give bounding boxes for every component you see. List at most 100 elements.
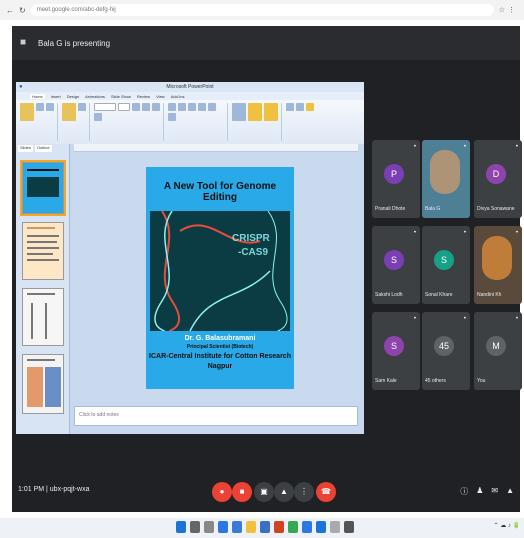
widgets-icon[interactable] — [218, 521, 228, 533]
chrome-icon[interactable] — [288, 521, 298, 533]
system-tray[interactable]: ⌃ ☁ ♪ 🔋 — [494, 522, 521, 529]
numbering-icon[interactable] — [178, 103, 186, 111]
back-icon[interactable]: ← — [6, 6, 14, 15]
participant-tile[interactable]: • S Sam Kale — [372, 312, 420, 390]
copy-icon[interactable] — [46, 103, 54, 111]
tab-view[interactable]: View — [156, 94, 165, 99]
notes-placeholder: Click to add notes — [79, 412, 119, 418]
layout-icon[interactable] — [78, 103, 86, 111]
notes-pane[interactable]: Click to add notes — [74, 406, 358, 426]
thumb-line — [31, 303, 33, 339]
slide-thumbnail-2[interactable] — [22, 222, 64, 280]
new-slide-icon[interactable] — [62, 103, 76, 121]
tab-outline[interactable]: Outline — [34, 145, 52, 152]
paste-icon[interactable] — [20, 103, 34, 121]
participant-name: Bala G — [425, 206, 441, 212]
quick-styles-icon[interactable] — [264, 103, 278, 121]
font-size-field[interactable] — [118, 103, 130, 111]
mail-icon[interactable] — [302, 521, 312, 533]
camera-off-icon[interactable]: ■ — [232, 482, 252, 502]
arrange-icon[interactable] — [248, 103, 262, 121]
store-icon[interactable] — [316, 521, 326, 533]
participant-name: Pranali Dhote — [375, 206, 406, 212]
meet-controls-bar: 1:01 PM | ubx-pqjt-wxa ● ■ ▣ ▲ ⋮ ☎ ⓘ ♟ ✉… — [12, 474, 520, 512]
tab-home[interactable]: Home — [30, 93, 45, 99]
tab-animations[interactable]: Animations — [85, 94, 105, 99]
slide-thumbnail-4[interactable] — [22, 354, 64, 414]
find-icon[interactable] — [286, 103, 294, 111]
tab-slide-show[interactable]: Slide Show — [111, 94, 131, 99]
info-icon[interactable]: ⓘ — [460, 486, 468, 497]
align-center-icon[interactable] — [198, 103, 206, 111]
meeting-time-code: 1:01 PM | ubx-pqjt-wxa — [18, 486, 90, 493]
align-right-icon[interactable] — [208, 103, 216, 111]
captions-icon[interactable]: ▣ — [254, 482, 274, 502]
file-explorer-icon[interactable] — [246, 521, 256, 533]
participant-tile[interactable]: • S Sakshi Lodh — [372, 226, 420, 304]
bold-icon[interactable] — [132, 103, 140, 111]
current-slide[interactable]: A New Tool for Genome Editing CRISPR -CA… — [146, 167, 294, 389]
slide-institute: ICAR-Central Institute for Cotton Resear… — [149, 353, 291, 360]
participant-name: Sonal Khare — [425, 292, 453, 298]
underline-icon[interactable] — [152, 103, 160, 111]
cut-icon[interactable] — [36, 103, 44, 111]
participant-tile[interactable]: • P Pranali Dhote — [372, 140, 420, 218]
justify-icon[interactable] — [168, 113, 176, 121]
presentation-bottom-strip — [16, 434, 364, 460]
chat-icon[interactable]: ✉ — [491, 486, 498, 497]
tab-add-ins[interactable]: Add-Ins — [171, 94, 185, 99]
ppt-title: Microsoft PowerPoint — [166, 84, 214, 90]
more-options-icon[interactable]: ⋮ — [294, 482, 314, 502]
end-call-button[interactable]: ☎ — [316, 482, 336, 502]
mic-off-icon[interactable]: ● — [212, 482, 232, 502]
task-view-icon[interactable] — [204, 521, 214, 533]
replace-icon[interactable] — [296, 103, 304, 111]
participant-tile[interactable]: • Nandini Kh — [474, 226, 522, 304]
font-group — [94, 103, 164, 141]
activities-icon[interactable]: ▲ — [506, 486, 514, 497]
word-icon[interactable] — [260, 521, 270, 533]
participant-tile[interactable]: • S Sonal Khare — [422, 226, 470, 304]
powerpoint-icon[interactable] — [274, 521, 284, 533]
thumb-line — [27, 169, 59, 171]
tab-slides[interactable]: Slides — [18, 145, 33, 152]
mic-muted-icon: • — [463, 230, 466, 236]
participant-tile[interactable]: • Bala G — [422, 140, 470, 218]
start-icon[interactable] — [176, 521, 186, 533]
italic-icon[interactable] — [142, 103, 150, 111]
select-icon[interactable] — [306, 103, 314, 111]
thumb-line — [27, 259, 59, 261]
shapes-icon[interactable] — [232, 103, 246, 121]
font-name-field[interactable] — [94, 103, 116, 111]
refresh-icon[interactable]: ↻ — [19, 6, 26, 15]
thumb-line — [27, 241, 57, 243]
align-left-icon[interactable] — [188, 103, 196, 111]
slide-place: Nagpur — [207, 363, 233, 370]
crispr-dna-image: CRISPR -CAS9 — [150, 211, 290, 331]
present-icon[interactable]: ▲ — [274, 482, 294, 502]
edge-icon[interactable] — [232, 521, 242, 533]
image-text-cas9: -CAS9 — [238, 247, 269, 258]
app-icon[interactable] — [344, 521, 354, 533]
participant-tile[interactable]: • 45 45 others — [422, 312, 470, 390]
tab-insert[interactable]: Insert — [51, 94, 61, 99]
thumb-line — [27, 227, 55, 229]
avatar: S — [384, 250, 404, 270]
slide-thumbnail-3[interactable] — [22, 288, 64, 346]
tab-review[interactable]: Review — [137, 94, 150, 99]
office-button-icon[interactable]: ● — [19, 82, 23, 92]
editing-group — [286, 103, 317, 141]
search-icon[interactable] — [190, 521, 200, 533]
font-color-icon[interactable] — [94, 113, 102, 121]
people-icon[interactable]: ♟ — [476, 486, 483, 497]
thumb-line — [27, 247, 59, 249]
ruler — [74, 144, 358, 152]
slide-thumbnail-1[interactable] — [20, 160, 66, 216]
browser-menu-icons[interactable]: ☆⋮ — [499, 6, 518, 14]
participant-tile[interactable]: • D Divya Sonawane — [474, 140, 522, 218]
url-field[interactable]: meet.google.com/abc-defg-hij — [30, 4, 494, 16]
app-icon[interactable] — [330, 521, 340, 533]
participant-tile[interactable]: • M You — [474, 312, 522, 390]
tab-design[interactable]: Design — [67, 94, 79, 99]
bullets-icon[interactable] — [168, 103, 176, 111]
